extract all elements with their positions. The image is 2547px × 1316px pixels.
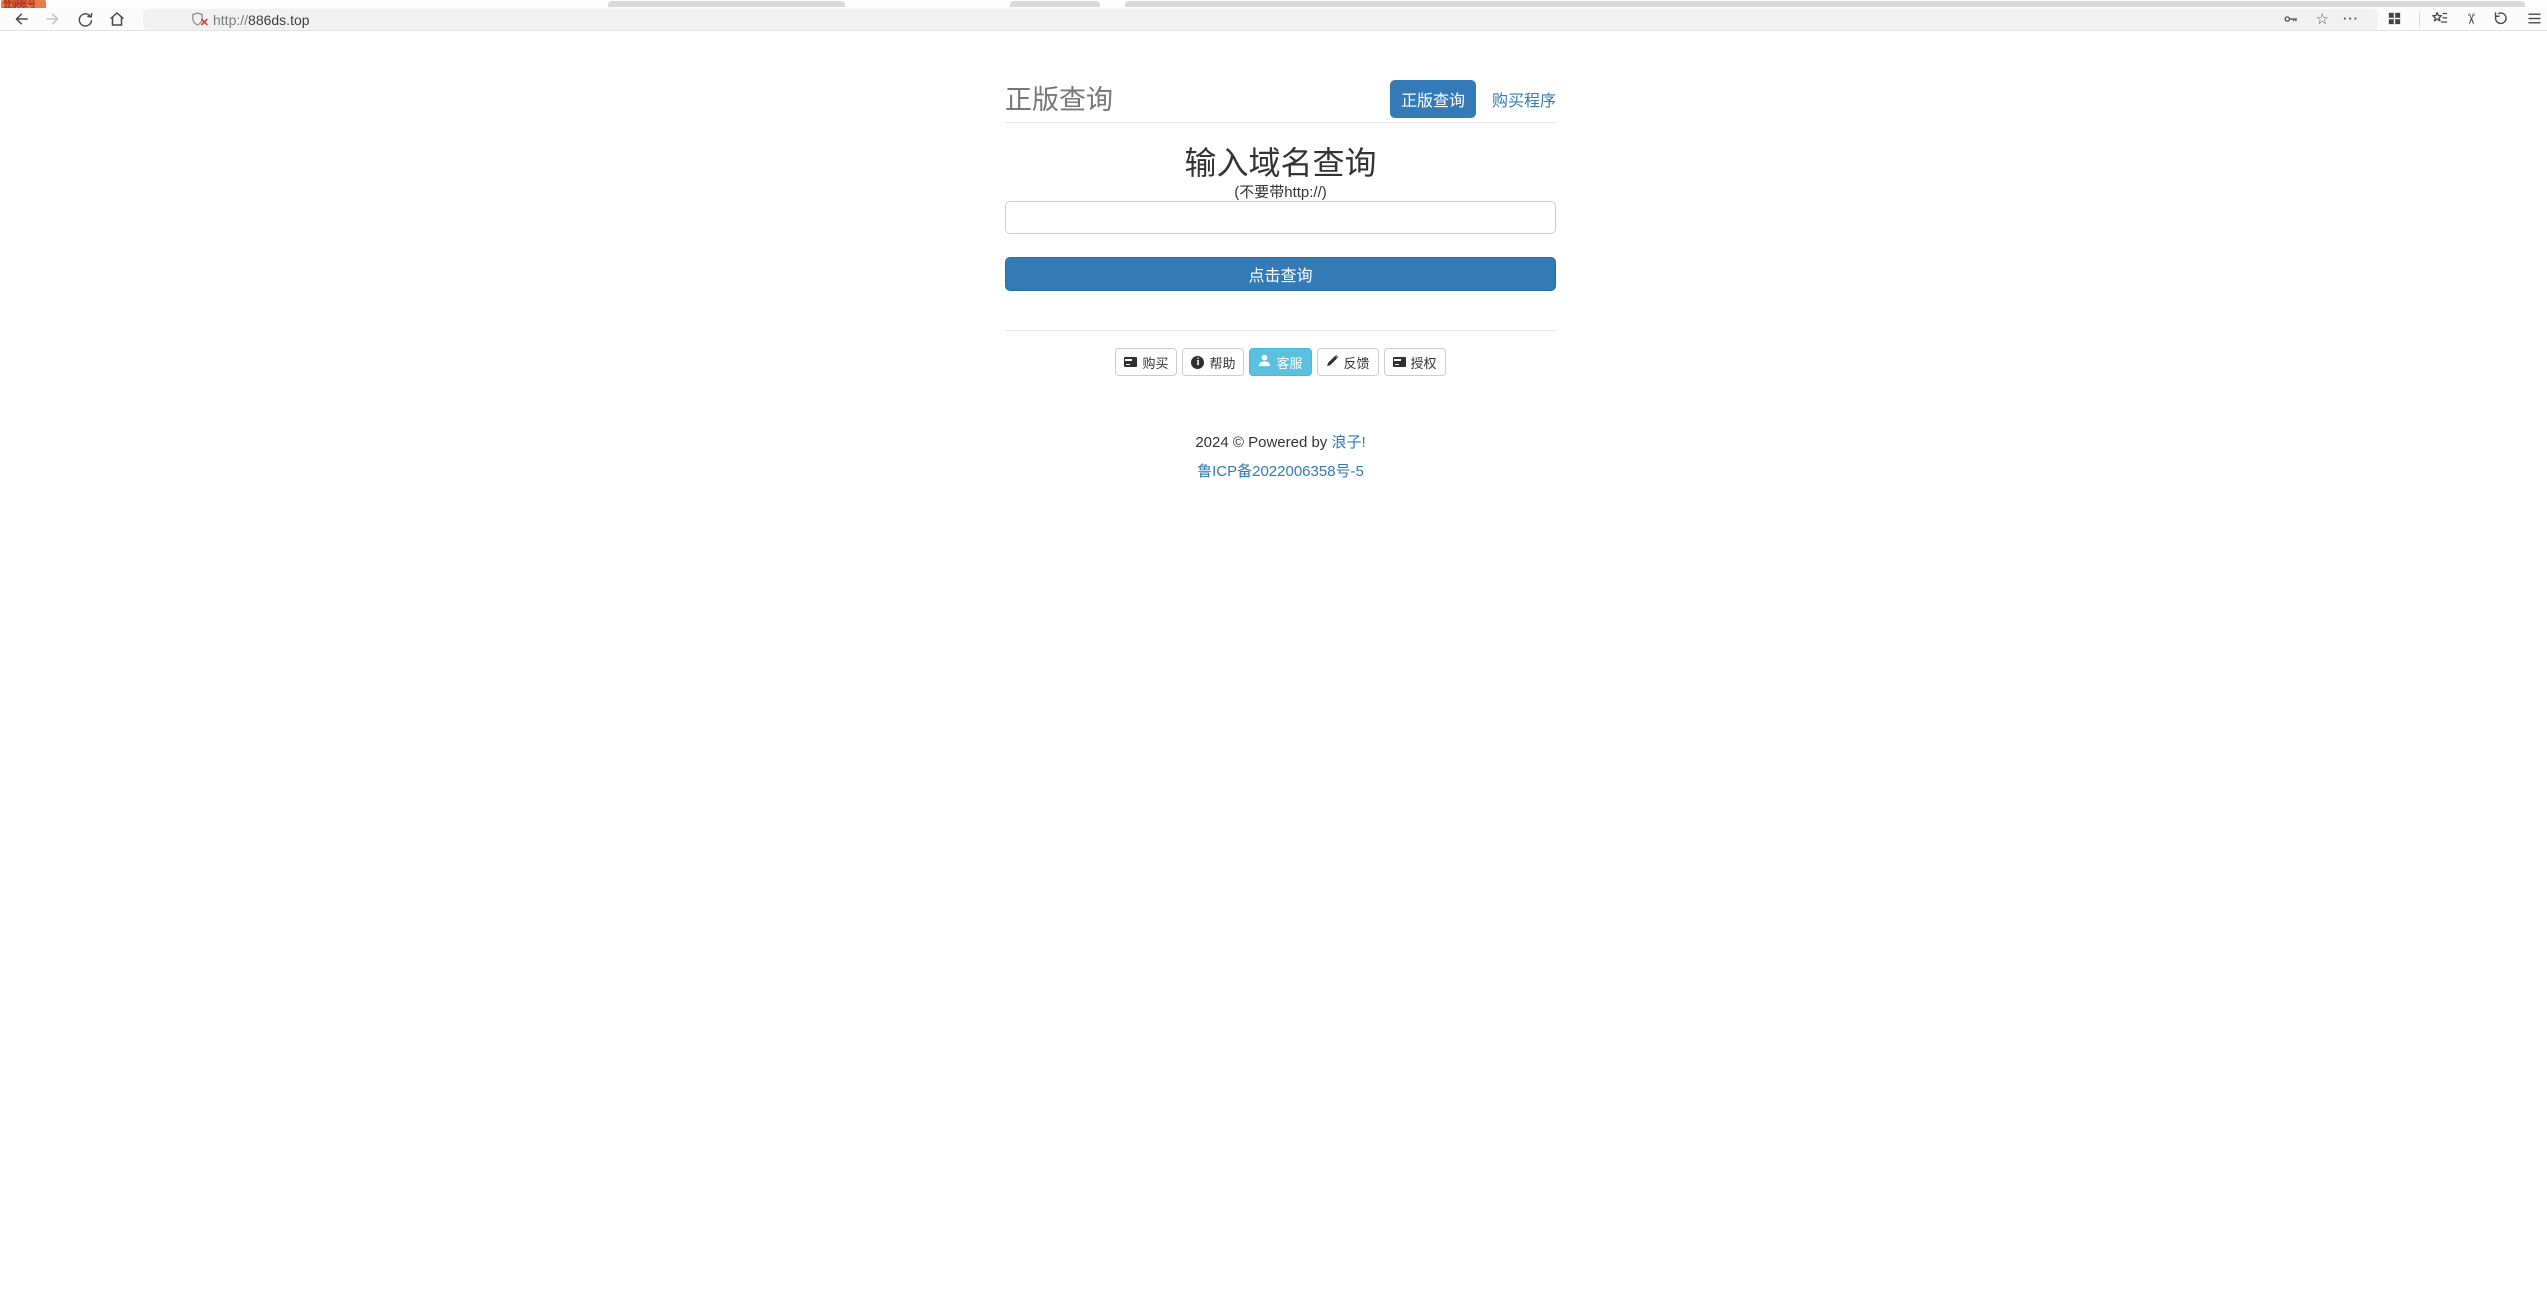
url-domain: 886ds.top (248, 12, 310, 28)
customer-service-button[interactable]: 客服 (1249, 348, 1311, 376)
apps-grid-icon[interactable] (2385, 10, 2403, 28)
action-button-row: 购买 i 帮助 客服 (1005, 348, 1556, 376)
back-icon[interactable] (12, 10, 30, 28)
url-text[interactable]: http://886ds.top (213, 12, 310, 28)
feedback-label: 反馈 (1344, 353, 1370, 372)
icp-line: 鲁ICP备2022006358号-5 (1005, 460, 1556, 481)
author-link[interactable]: 浪子! (1331, 434, 1365, 451)
header-nav: 正版查询 购买程序 (1390, 80, 1556, 118)
page-body: 正版查询 正版查询 购买程序 输入域名查询 (不要带http://) 点击查询 … (0, 31, 2547, 1316)
link-buy-program[interactable]: 购买程序 (1492, 87, 1556, 111)
password-key-icon[interactable] (2282, 11, 2300, 32)
license-button[interactable]: 授权 (1384, 348, 1446, 376)
home-icon[interactable] (108, 10, 126, 28)
menu-hamburger-icon[interactable] (2525, 10, 2543, 28)
more-options-icon[interactable]: ··· (2343, 10, 2359, 28)
toolbar-separator (2419, 12, 2420, 27)
browser-toolbar: ✕ http://886ds.top ☆ ··· ✂ (0, 7, 2547, 31)
copyright-text: 2024 © Powered by (1195, 434, 1331, 451)
header-divider (1005, 122, 1556, 123)
query-submit-button[interactable]: 点击查询 (1005, 257, 1556, 291)
http-note: (不要带http://) (1005, 181, 1556, 202)
content-container: 正版查询 正版查询 购买程序 输入域名查询 (不要带http://) 点击查询 … (1005, 31, 1556, 631)
feedback-button[interactable]: 反馈 (1317, 348, 1379, 376)
url-scheme: http:// (213, 12, 248, 28)
credit-card-icon (1124, 357, 1137, 367)
buy-label: 购买 (1142, 353, 1168, 372)
page-title: 正版查询 (1005, 78, 1113, 117)
customer-service-label: 客服 (1276, 353, 1302, 372)
security-shield-icon[interactable]: ✕ (190, 11, 206, 27)
favorites-list-icon[interactable] (2431, 10, 2449, 28)
tab-login-account[interactable]: 登录账号 (1, 0, 46, 8)
browser-tab-strip: 登录账号 (0, 0, 2547, 7)
section-divider (1005, 330, 1556, 331)
info-icon: i (1191, 356, 1204, 369)
pencil-icon (1326, 354, 1339, 370)
insecure-x-icon: ✕ (200, 18, 209, 29)
icp-link[interactable]: 鲁ICP备2022006358号-5 (1197, 463, 1364, 480)
help-label: 帮助 (1209, 353, 1235, 372)
undo-icon[interactable] (2491, 10, 2509, 28)
copyright-line: 2024 © Powered by 浪子! (1005, 431, 1556, 452)
screenshot-scissors-icon[interactable]: ✂ (2461, 10, 2479, 28)
forward-icon[interactable] (44, 10, 62, 28)
url-bar[interactable]: ✕ http://886ds.top ☆ ··· (143, 9, 2378, 30)
bookmark-star-icon[interactable]: ☆ (2316, 10, 2329, 29)
domain-input[interactable] (1005, 201, 1556, 234)
help-button[interactable]: i 帮助 (1182, 348, 1244, 376)
credit-card-icon (1393, 357, 1406, 367)
license-label: 授权 (1411, 353, 1437, 372)
refresh-icon[interactable] (77, 10, 95, 28)
tab-genuine-query[interactable]: 正版查询 (1390, 80, 1476, 118)
user-icon (1258, 354, 1271, 370)
buy-button[interactable]: 购买 (1115, 348, 1177, 376)
query-heading: 输入域名查询 (1005, 138, 1556, 184)
